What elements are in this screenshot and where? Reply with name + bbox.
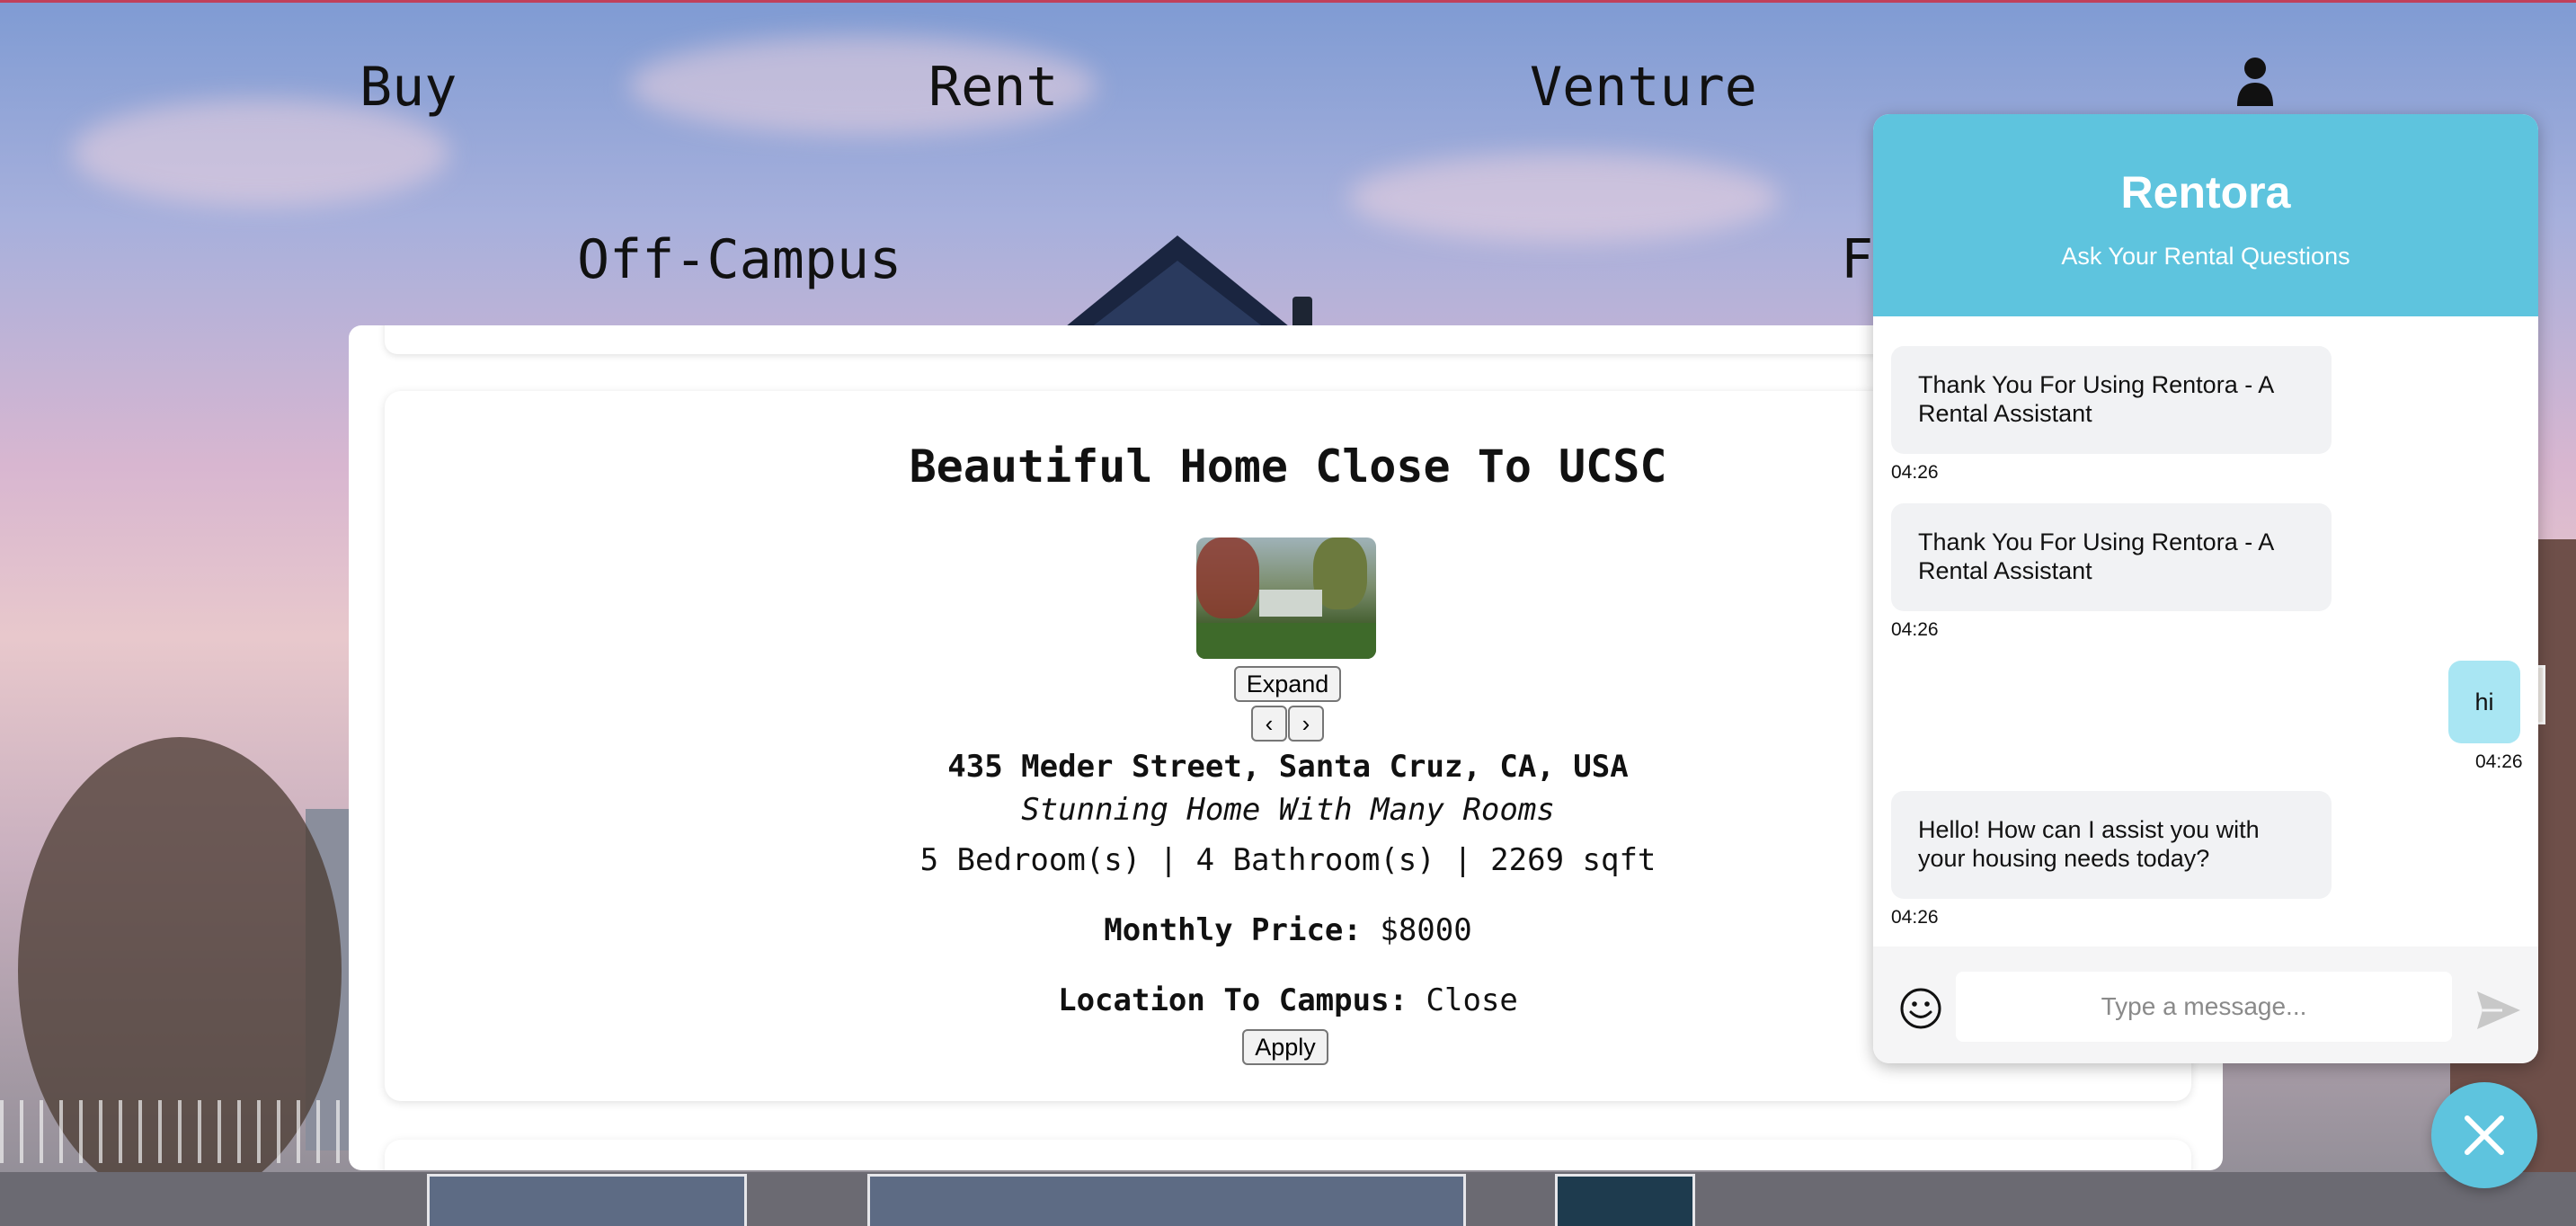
nav-off-campus[interactable]: Off-Campus (577, 228, 902, 291)
chat-close-button[interactable] (2431, 1082, 2537, 1188)
smiley-icon[interactable] (1900, 988, 1941, 1029)
expand-button[interactable]: Expand (1234, 666, 1341, 702)
chat-message-bot: Thank You For Using Rentora - A Rental A… (1891, 346, 2332, 454)
garage-door (867, 1174, 1466, 1226)
send-icon[interactable] (2475, 990, 2522, 1031)
chat-message-bot: Thank You For Using Rentora - A Rental A… (1891, 503, 2332, 611)
garage-door (427, 1174, 747, 1226)
photo-tree (1196, 537, 1259, 618)
nav-venture[interactable]: Venture (1530, 56, 1757, 119)
nav-buy[interactable]: Buy (360, 56, 457, 119)
fence (0, 1100, 378, 1163)
photo-house (1259, 590, 1322, 617)
chat-timestamp: 04:26 (1891, 907, 1939, 928)
chat-title: Rentora (2120, 167, 2291, 218)
chat-message-input[interactable] (1956, 972, 2452, 1042)
chat-timestamp: 04:26 (1891, 462, 1939, 483)
cloud (1348, 153, 1780, 243)
price-value: $8000 (1380, 912, 1472, 948)
next-photo-button[interactable]: › (1288, 706, 1324, 742)
chat-header: Rentora Ask Your Rental Questions (1873, 114, 2538, 316)
chat-subtitle: Ask Your Rental Questions (2061, 243, 2350, 270)
price-label: Monthly Price: (1104, 912, 1362, 948)
chat-timestamp: 04:26 (2475, 751, 2523, 772)
listing-card-next (385, 1140, 2191, 1170)
chat-widget: Rentora Ask Your Rental Questions Thank … (1873, 114, 2538, 1063)
prev-photo-button[interactable]: ‹ (1251, 706, 1287, 742)
photo-grass (1196, 623, 1376, 659)
location-label: Location To Campus: (1058, 982, 1408, 1018)
chat-message-user: hi (2448, 661, 2520, 743)
listing-photo[interactable] (1196, 537, 1376, 659)
nav-rent[interactable]: Rent (928, 56, 1059, 119)
front-door (1555, 1174, 1695, 1226)
apply-button[interactable]: Apply (1242, 1029, 1328, 1065)
user-icon[interactable] (2235, 56, 2275, 106)
nav-partial-item[interactable]: F (1841, 228, 1873, 291)
close-icon (2465, 1115, 2504, 1155)
chat-timestamp: 04:26 (1891, 619, 1939, 640)
location-value: Close (1426, 982, 1518, 1018)
top-border (0, 0, 2576, 3)
chat-message-bot: Hello! How can I assist you with your ho… (1891, 791, 2332, 899)
chat-footer (1873, 946, 2538, 1063)
